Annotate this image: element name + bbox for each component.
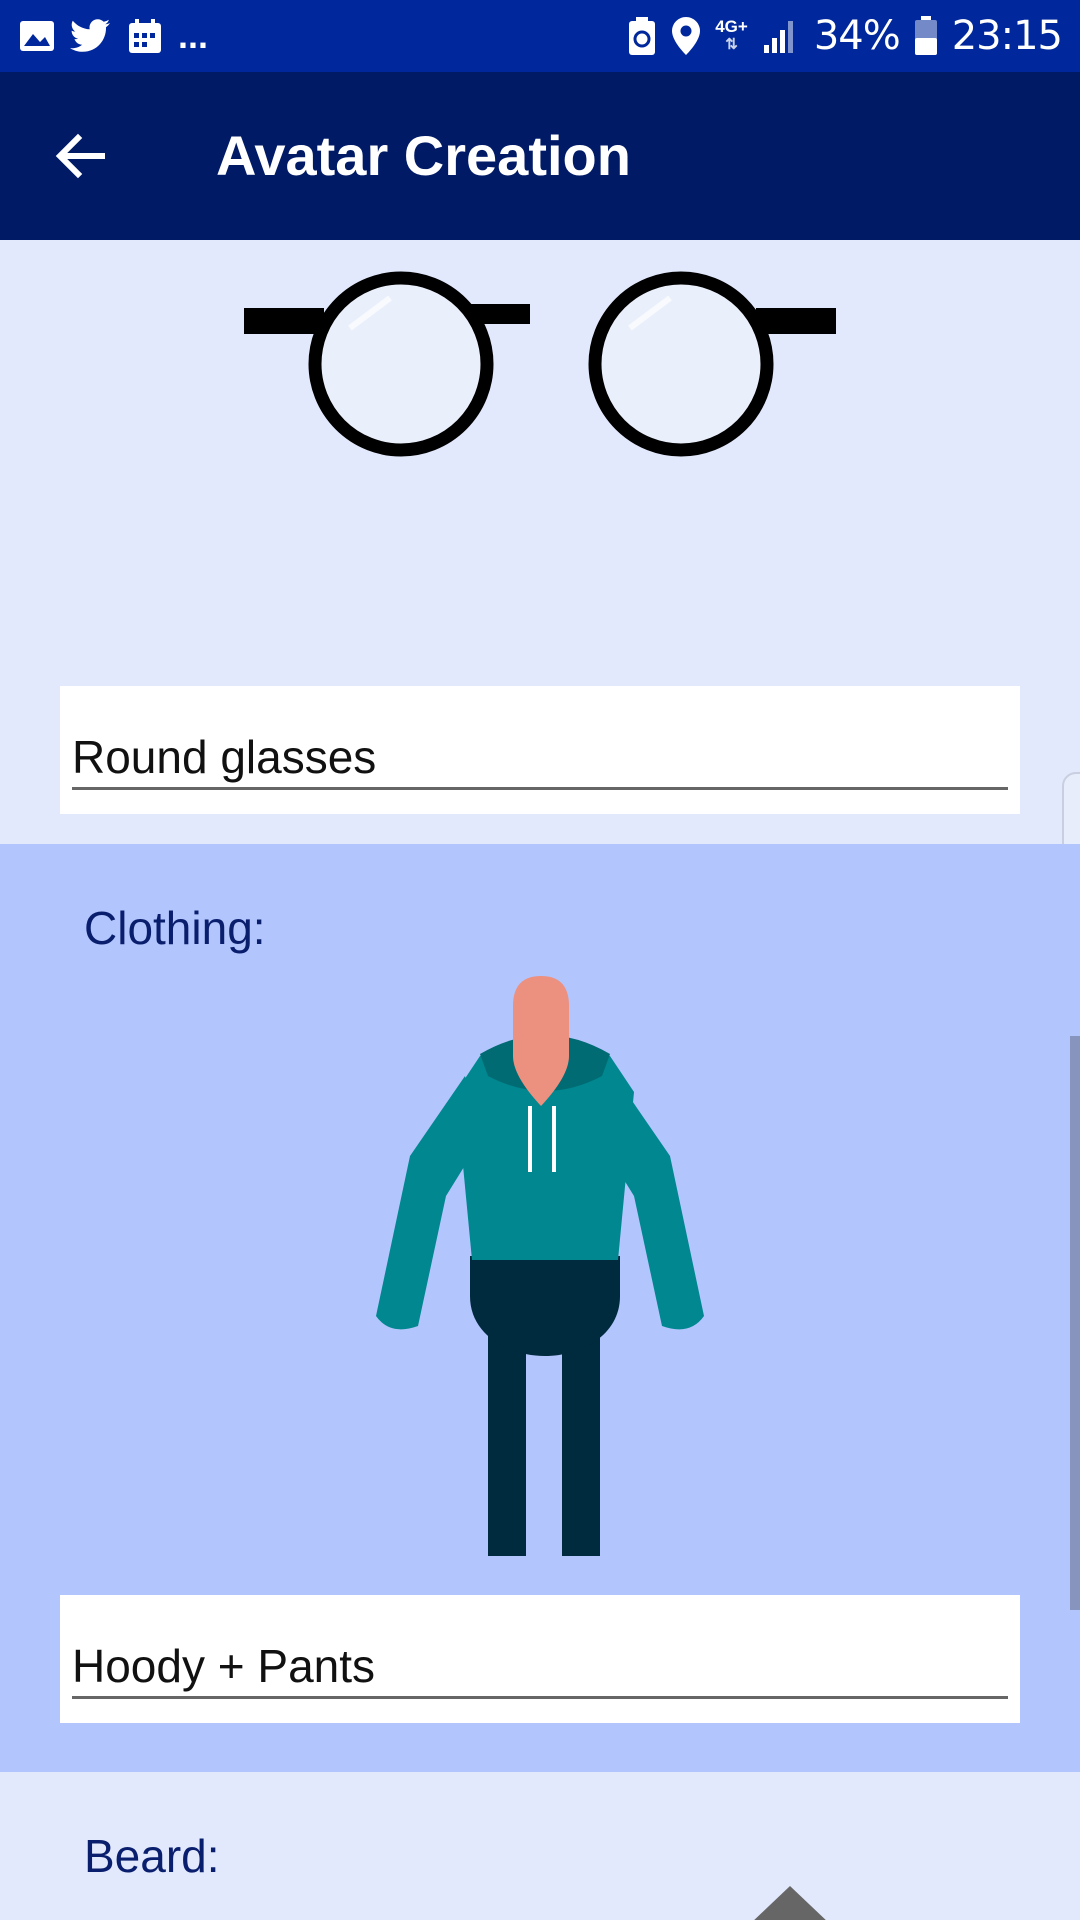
clothing-section: Clothing: Hoody + Pants <box>0 844 1080 1772</box>
clothing-style-value: Hoody + Pants <box>72 1640 376 1692</box>
field-underline <box>72 1696 1008 1699</box>
gallery-notification-icon <box>20 21 54 51</box>
calendar-notification-icon <box>129 19 161 53</box>
battery-icon <box>914 16 937 55</box>
beard-section: Beard: <box>0 1772 1080 1920</box>
battery-percentage: 34% <box>813 13 901 59</box>
twitter-notification-icon <box>70 19 110 52</box>
hoody-pants-preview-image[interactable] <box>370 976 710 1576</box>
field-underline <box>72 787 1008 790</box>
clothing-label: Clothing: <box>84 902 266 954</box>
arrow-back-icon <box>55 133 105 179</box>
battery-saver-icon <box>629 17 656 55</box>
glasses-section: Round glasses <box>0 240 1080 968</box>
round-glasses-preview-image[interactable] <box>240 268 840 468</box>
scrollbar-thumb[interactable] <box>1070 1036 1080 1610</box>
beard-preview-image[interactable] <box>740 1884 840 1920</box>
glasses-style-field[interactable]: Round glasses <box>60 686 1020 814</box>
beard-label: Beard: <box>84 1830 220 1882</box>
app-bar: Avatar Creation <box>0 72 1080 240</box>
location-icon <box>672 17 701 55</box>
signal-strength-icon <box>763 21 793 53</box>
page-title: Avatar Creation <box>216 124 631 187</box>
clock: 23:15 <box>951 13 1063 59</box>
network-type-indicator: 4G+ ⇅ <box>715 17 748 54</box>
status-bar: ... 4G+ ⇅ 34% 23:15 <box>0 0 1080 72</box>
clothing-style-field[interactable]: Hoody + Pants <box>60 1595 1020 1723</box>
back-button[interactable] <box>44 120 116 192</box>
more-notifications-indicator: ... <box>178 15 209 56</box>
glasses-style-value: Round glasses <box>72 731 377 783</box>
